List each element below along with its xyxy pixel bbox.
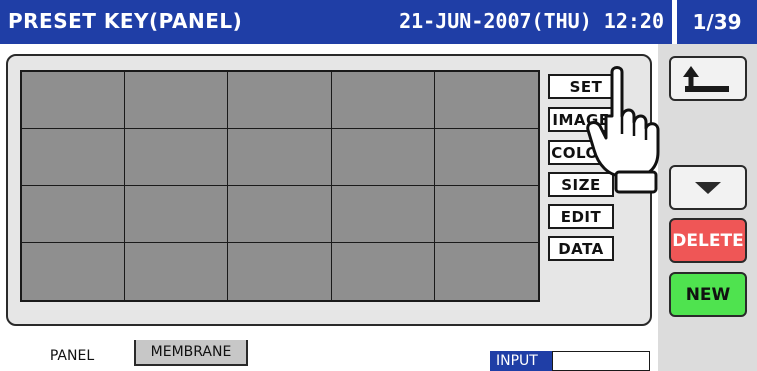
- input-label: INPUT: [490, 351, 552, 371]
- tab-membrane[interactable]: MEMBRANE: [134, 340, 248, 366]
- preset-key-cell[interactable]: [228, 72, 332, 129]
- preset-key-cell[interactable]: [22, 72, 126, 129]
- pointing-hand-icon: [586, 66, 660, 194]
- new-button[interactable]: NEW: [669, 272, 747, 317]
- preset-key-cell[interactable]: [434, 186, 538, 243]
- preset-key-cell[interactable]: [125, 129, 229, 186]
- data-button[interactable]: DATA: [548, 236, 614, 261]
- preset-key-cell[interactable]: [125, 243, 229, 300]
- page-indicator: 1/39: [677, 0, 757, 44]
- preset-key-cell[interactable]: [331, 129, 435, 186]
- title-bar: PRESET KEY(PANEL) 21-JUN-2007(THU) 12:20: [0, 0, 672, 44]
- preset-key-cell[interactable]: [22, 186, 126, 243]
- tab-panel[interactable]: PANEL: [22, 340, 122, 371]
- preset-key-cell[interactable]: [331, 186, 435, 243]
- edit-button[interactable]: EDIT: [548, 204, 614, 229]
- preset-key-cell[interactable]: [228, 186, 332, 243]
- down-arrow-icon: [695, 181, 721, 194]
- back-button[interactable]: [669, 56, 747, 101]
- preset-key-cell[interactable]: [331, 72, 435, 129]
- preset-key-cell[interactable]: [434, 243, 538, 300]
- back-arrow-icon: [683, 65, 729, 92]
- down-button[interactable]: [669, 165, 747, 210]
- preset-key-cell[interactable]: [228, 243, 332, 300]
- input-field[interactable]: [552, 351, 650, 371]
- preset-key-cell[interactable]: [125, 72, 229, 129]
- datetime-display: 21-JUN-2007(THU) 12:20: [399, 9, 664, 33]
- preset-key-cell[interactable]: [434, 129, 538, 186]
- preset-key-cell[interactable]: [228, 129, 332, 186]
- page-title: PRESET KEY(PANEL): [8, 9, 243, 33]
- preset-key-cell[interactable]: [331, 243, 435, 300]
- preset-key-cell[interactable]: [125, 186, 229, 243]
- preset-key-cell[interactable]: [22, 129, 126, 186]
- preset-key-cell[interactable]: [434, 72, 538, 129]
- preset-key-cell[interactable]: [22, 243, 126, 300]
- preset-key-grid: [20, 70, 540, 302]
- delete-button[interactable]: DELETE: [669, 218, 747, 263]
